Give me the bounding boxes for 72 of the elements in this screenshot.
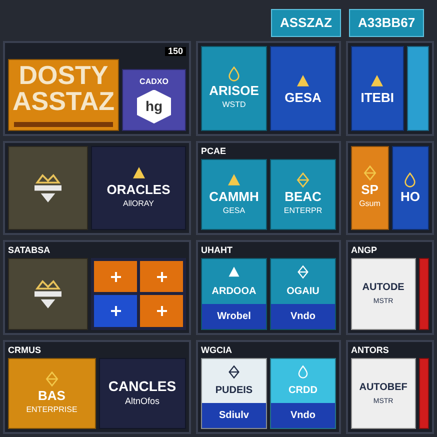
tile-footer: Vndo [271, 403, 335, 428]
tile-subtitle: GESA [222, 204, 246, 217]
tile[interactable]: ITEBI [351, 46, 404, 130]
panel-badge: 150 [164, 47, 186, 56]
logo-icon [44, 370, 60, 387]
tile[interactable]: CAMMH GESA [201, 158, 267, 230]
panel-title: CRMUS [8, 346, 41, 354]
tile-title: PUDEIS [215, 384, 253, 398]
tile-title: AUTODE [362, 281, 404, 295]
tile-subtitle: WSTD [222, 98, 246, 111]
panel-title: PCAE [201, 146, 226, 156]
tile[interactable]: CRDD Vndo [270, 358, 336, 429]
tile-footer: Sdiulv [202, 403, 266, 428]
panel-title: SATABSA [8, 246, 50, 255]
tile-title: OGAIU [286, 284, 320, 299]
tile-subtitle: ENTERPR [284, 204, 322, 217]
tile-footer: Wrobel [202, 304, 266, 328]
tile-title: CAMMH [209, 190, 259, 203]
tile[interactable]: HO [392, 146, 429, 230]
tile[interactable]: ARDOOA Wrobel [201, 258, 267, 330]
tile-title: GESA [284, 90, 322, 104]
tile-title: ARDOOA [212, 284, 256, 299]
tile[interactable]: BEAC ENTERPR [270, 158, 336, 230]
tile-title: ITEBI [360, 90, 394, 104]
plus-icon [110, 272, 120, 282]
tile-title: BAS [38, 388, 66, 402]
tile-subtitle: AltnOfos [124, 394, 160, 408]
logo-icon [362, 165, 378, 182]
tile-title: HO [400, 190, 420, 204]
tile[interactable]: CANCLES AltnOfos [98, 358, 186, 429]
tile-title: CRDD [288, 384, 318, 398]
tile-title: SP [361, 183, 378, 196]
tile[interactable]: PUDEIS Sdiulv [201, 358, 267, 429]
tile[interactable]: OGAIU Vndo [270, 258, 336, 330]
plus-icon [156, 272, 166, 282]
logo-icon [295, 172, 311, 188]
logo-icon [130, 165, 146, 182]
header-tab[interactable]: A33BB67 [349, 9, 424, 37]
plus-icon [156, 306, 166, 316]
panel-title: ANGP [351, 246, 378, 255]
tile[interactable] [8, 146, 88, 230]
tile-title: ORACLES [106, 183, 170, 196]
hexagon-logo: hg [137, 90, 171, 124]
panel-title: UHAHT [201, 246, 232, 255]
tile[interactable] [8, 258, 88, 330]
panel-title: ANTORS [351, 346, 389, 354]
tile-footer: Vndo [271, 304, 335, 328]
tile[interactable]: ARISOE WSTD [201, 46, 267, 130]
tile-title: BEAC [284, 190, 322, 203]
mini-tile[interactable] [94, 261, 137, 292]
tile-subtitle: AllORAY [123, 198, 154, 210]
logo-icon [402, 172, 418, 188]
panel-title: WGCIA [201, 346, 232, 354]
logo-icon [226, 172, 242, 188]
tile-subtitle: Gsum [359, 198, 380, 210]
tile-label: CADXO [140, 76, 168, 88]
logo-icon [226, 66, 242, 82]
tile[interactable]: GESA [270, 46, 336, 130]
tile[interactable]: CADXO hg [122, 68, 186, 130]
header-tab[interactable]: ASSZAZ [271, 9, 341, 37]
plus-icon [110, 306, 120, 316]
mini-tile[interactable] [94, 295, 137, 326]
tile[interactable]: ORACLES AllORAY [91, 146, 186, 230]
logo-icon [295, 72, 311, 89]
mini-tile[interactable] [140, 261, 183, 292]
tile-title: DOSTY ASSTAZ [11, 62, 116, 114]
mini-tile[interactable] [140, 295, 183, 326]
tile-title: AUTOBEF [359, 380, 408, 394]
tile-title: CANCLES [108, 378, 176, 392]
logo-icon [369, 72, 386, 89]
tile-title: ARISOE [209, 84, 259, 97]
tile-subtitle: ENTERPRISE [26, 404, 78, 416]
